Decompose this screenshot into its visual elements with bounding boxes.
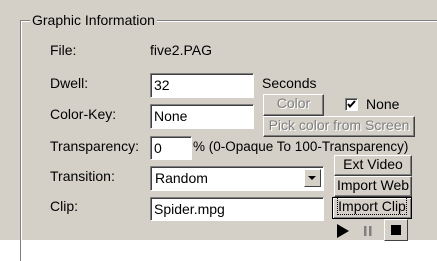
transparency-input[interactable]: 0	[150, 136, 192, 160]
ext-video-button[interactable]: Ext Video	[334, 155, 412, 176]
none-checkbox-label: None	[366, 96, 400, 112]
color-button[interactable]: Color	[263, 94, 324, 116]
color-key-label: Color-Key:	[50, 106, 117, 122]
transparency-label: Transparency:	[50, 138, 139, 154]
group-title: Graphic Information	[30, 12, 157, 29]
checkmark-icon	[347, 100, 356, 109]
graphic-information-panel: Graphic Information File: five2.PAG Dwel…	[0, 0, 437, 261]
transition-label: Transition:	[50, 168, 115, 184]
play-icon	[337, 224, 349, 238]
import-web-button[interactable]: Import Web	[334, 176, 412, 197]
play-button[interactable]	[333, 221, 353, 241]
stop-icon	[391, 225, 401, 235]
chevron-down-icon	[308, 176, 316, 180]
transition-selected-value: Random	[155, 170, 208, 186]
dwell-input[interactable]: 32	[150, 73, 254, 98]
import-clip-label: Import Clip	[337, 198, 407, 215]
file-name-value: five2.PAG	[150, 42, 212, 58]
pick-color-from-screen-button[interactable]: Pick color from Screen	[263, 116, 415, 137]
stop-button[interactable]	[384, 219, 408, 241]
clip-input[interactable]: Spider.mpg	[150, 197, 324, 221]
transparency-hint: % (0-Opaque To 100-Transparency)	[193, 139, 409, 154]
dropdown-arrow-button[interactable]	[304, 169, 321, 187]
none-checkbox[interactable]	[345, 98, 358, 111]
file-label: File:	[50, 42, 77, 58]
pause-icon	[364, 226, 372, 236]
import-clip-button[interactable]: Import Clip	[332, 197, 412, 219]
clip-label: Clip:	[50, 198, 79, 214]
dwell-label: Dwell:	[50, 75, 89, 91]
color-key-input[interactable]: None	[150, 104, 254, 129]
pause-button[interactable]	[358, 221, 378, 241]
dwell-unit-label: Seconds	[262, 75, 317, 91]
transition-select[interactable]: Random	[150, 166, 324, 191]
